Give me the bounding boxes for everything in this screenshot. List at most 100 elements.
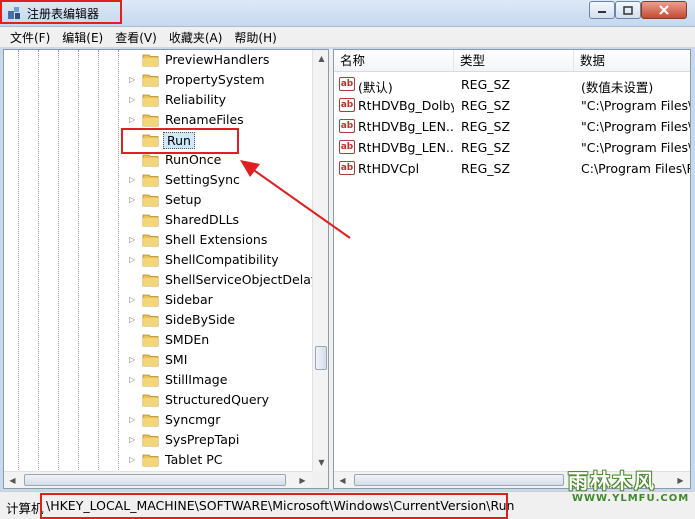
tree-item-label: ShellCompatibility [165, 252, 279, 267]
value-data-cell: "C:\Program Files\ [581, 98, 691, 113]
scroll-left-arrow-icon[interactable]: ◀ [4, 472, 21, 488]
tree-item[interactable]: ▷ Tablet PC [4, 450, 312, 470]
tree-horizontal-scrollbar[interactable]: ◀ ▶ [4, 471, 312, 488]
folder-icon [142, 214, 159, 227]
column-header-name[interactable]: 名称 [334, 50, 454, 72]
tree-item-label: PropertySystem [165, 72, 265, 87]
expand-arrow-icon[interactable]: ▷ [129, 415, 137, 425]
expand-arrow-icon[interactable]: ▷ [129, 115, 137, 125]
tree-item[interactable]: PreviewHandlers [4, 50, 312, 70]
expand-arrow-icon[interactable]: ▷ [129, 375, 137, 385]
scroll-down-arrow-icon[interactable]: ▼ [313, 454, 328, 471]
expand-arrow-icon[interactable]: ▷ [129, 355, 137, 365]
tree-item[interactable]: ▷ PropertySystem [4, 70, 312, 90]
minimize-icon [598, 11, 606, 13]
tree-item-label: StillImage [165, 372, 228, 387]
tree-item[interactable]: ▷ RenameFiles [4, 110, 312, 130]
close-icon [659, 5, 669, 15]
folder-icon [142, 114, 159, 127]
expand-arrow-icon[interactable]: ▷ [129, 195, 137, 205]
site-watermark-logo: 雨林木风 WWW.YLMFU.COM [560, 455, 692, 511]
tree-item-label: StructuredQuery [165, 392, 270, 407]
value-name-cell: (默认) [358, 80, 393, 95]
scroll-up-arrow-icon[interactable]: ▲ [313, 50, 328, 67]
folder-icon [142, 194, 159, 207]
menu-edit[interactable]: 编辑(E) [56, 29, 109, 46]
tree-item[interactable]: SMDEn [4, 330, 312, 350]
folder-icon [142, 374, 159, 387]
value-data-cell: (数值未设置) [581, 80, 654, 95]
expand-arrow-icon[interactable]: ▷ [129, 315, 137, 325]
expand-arrow-icon[interactable]: ▷ [129, 235, 137, 245]
folder-icon [142, 174, 159, 187]
value-type-cell: REG_SZ [461, 77, 511, 92]
tree-item-label: SharedDLLs [165, 212, 240, 227]
menu-view[interactable]: 查看(V) [109, 29, 163, 46]
value-type-cell: REG_SZ [461, 98, 511, 113]
maximize-button[interactable] [615, 1, 641, 19]
tree-item[interactable]: ShellServiceObjectDelayLo [4, 270, 328, 290]
tree-item-label: ShellServiceObjectDelayLo [165, 272, 329, 287]
scroll-right-arrow-icon[interactable]: ▶ [294, 472, 311, 488]
expand-arrow-icon[interactable]: ▷ [129, 175, 137, 185]
registry-value-row[interactable]: ab RtHDVBg_LEN... REG_SZ "C:\Program Files\ [334, 137, 691, 158]
column-header-data[interactable]: 数据 [574, 50, 690, 72]
folder-icon [142, 454, 159, 467]
value-name-cell: RtHDVBg_LEN... [358, 119, 454, 134]
tree-vertical-scrollbar[interactable]: ▲ ▼ [312, 50, 328, 471]
string-value-icon: ab [339, 77, 355, 91]
minimize-button[interactable] [589, 1, 615, 19]
tree-item[interactable]: ▷ Syncmgr [4, 410, 312, 430]
value-name-cell: RtHDVBg_LEN... [358, 140, 454, 155]
tree-item[interactable]: ▷ Reliability [4, 90, 312, 110]
folder-icon [142, 234, 159, 247]
value-name-cell: RtHDVCpl [358, 161, 420, 176]
list-horizontal-scroll-thumb[interactable] [354, 474, 564, 486]
tree-item[interactable]: ▷ ShellCompatibility [4, 250, 312, 270]
expand-arrow-icon[interactable]: ▷ [129, 455, 137, 465]
registry-key-tree[interactable]: PreviewHandlers ▷ PropertySystem ▷ Reliabili… [3, 49, 329, 489]
registry-value-row[interactable]: ab RtHDVBg_LEN... REG_SZ "C:\Program Files\ [334, 116, 691, 137]
tree-horizontal-scroll-thumb[interactable] [24, 474, 286, 486]
title-highlight-box [0, 0, 122, 24]
tree-vertical-scroll-thumb[interactable] [315, 346, 327, 370]
expand-arrow-icon[interactable]: ▷ [129, 435, 137, 445]
close-button[interactable] [641, 1, 687, 19]
string-value-icon: ab [339, 98, 355, 112]
tree-item[interactable]: ▷ SysPrepTapi [4, 430, 312, 450]
menu-help[interactable]: 帮助(H) [228, 29, 282, 46]
maximize-icon [623, 5, 633, 15]
watermark-url: WWW.YLMFU.COM [572, 493, 690, 504]
folder-icon [142, 274, 159, 287]
tree-item[interactable]: ▷ Sidebar [4, 290, 312, 310]
registry-value-row[interactable]: ab (默认) REG_SZ (数值未设置) [334, 74, 690, 95]
menu-favorites[interactable]: 收藏夹(A) [163, 29, 229, 46]
menu-file[interactable]: 文件(F) [4, 29, 56, 46]
folder-icon [142, 354, 159, 367]
tree-item[interactable]: ▷ SideBySide [4, 310, 312, 330]
folder-icon [142, 254, 159, 267]
value-type-cell: REG_SZ [461, 161, 511, 176]
path-highlight-box [40, 493, 508, 519]
menu-bar: 文件(F) 编辑(E) 查看(V) 收藏夹(A) 帮助(H) [0, 27, 695, 48]
tree-item-label: SettingSync [165, 172, 240, 187]
expand-arrow-icon[interactable]: ▷ [129, 295, 137, 305]
tree-item[interactable]: ▷ SMI [4, 350, 312, 370]
title-bar: 注册表编辑器 [0, 0, 695, 27]
folder-icon [142, 414, 159, 427]
scroll-left-arrow-icon[interactable]: ◀ [334, 472, 351, 488]
tree-item[interactable]: StructuredQuery [4, 390, 312, 410]
registry-value-row[interactable]: ab RtHDVBg_Dolby REG_SZ "C:\Program Files\ [334, 95, 691, 116]
value-data-cell: "C:\Program Files\ [581, 140, 691, 155]
expand-arrow-icon[interactable]: ▷ [129, 255, 137, 265]
registry-values-list[interactable]: 名称 类型 数据 ab (默认) REG_SZ (数值未设置) ab RtHDVBg_Do… [333, 49, 691, 489]
expand-arrow-icon[interactable]: ▷ [129, 95, 137, 105]
tree-item[interactable]: ▷ StillImage [4, 370, 312, 390]
tree-item-label: Reliability [165, 92, 227, 107]
value-data-cell: "C:\Program Files\ [581, 119, 691, 134]
tree-item-label: SMDEn [165, 332, 210, 347]
value-type-cell: REG_SZ [461, 119, 511, 134]
registry-value-row[interactable]: ab RtHDVCpl REG_SZ C:\Program Files\R [334, 158, 690, 179]
expand-arrow-icon[interactable]: ▷ [129, 75, 137, 85]
column-header-type[interactable]: 类型 [454, 50, 574, 72]
